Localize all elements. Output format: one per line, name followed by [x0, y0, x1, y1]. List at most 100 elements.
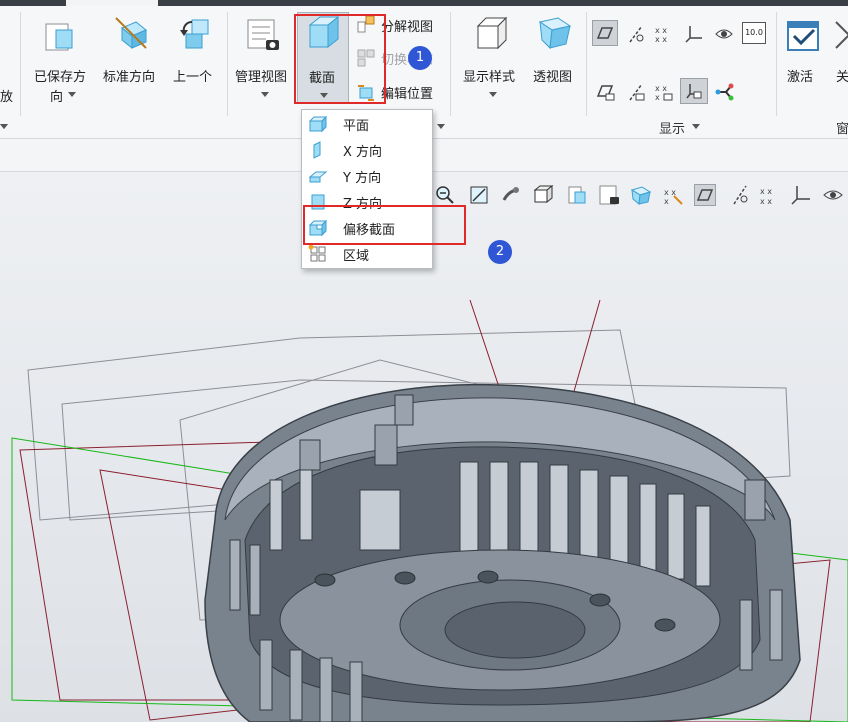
svg-text:x x: x x [655, 84, 667, 93]
outer-slot [249, 544, 261, 616]
svg-text:x x: x x [760, 187, 772, 196]
manage-views-label: 管理视图 [235, 70, 288, 85]
divider [776, 12, 777, 116]
slot [579, 469, 599, 566]
plane-section-icon [308, 115, 328, 133]
exploded-view-label: 分解视图 [381, 20, 434, 35]
datum-plane-icon [596, 27, 614, 39]
standard-orientation-icon [115, 17, 147, 50]
saved-orientation-icon [45, 23, 73, 51]
plane-tag-icon[interactable] [596, 82, 616, 102]
divider [20, 12, 21, 116]
perspective-icon [538, 17, 572, 50]
menu-item-label: 平面 [343, 119, 370, 134]
slot [667, 493, 685, 580]
spin-center-icon[interactable] [714, 82, 734, 102]
zoom-out-icon[interactable] [434, 184, 456, 206]
close-label: 关 [836, 70, 848, 85]
saved-orientation-label-1: 已保存方 [34, 70, 87, 85]
outer-slot [349, 661, 363, 722]
svg-text:x x: x x [760, 197, 772, 206]
divider [450, 12, 451, 116]
svg-text:x: x [655, 93, 660, 102]
slot [695, 505, 711, 587]
datum-plane-small-icon [697, 189, 713, 201]
annotation-display-icon[interactable] [714, 24, 734, 44]
plane-display-small-toggle[interactable] [694, 184, 716, 206]
chevron-down-icon [489, 92, 497, 97]
outer-slot [229, 539, 241, 611]
outer-slot [769, 589, 783, 661]
ribbon-left-partial-label[interactable]: 放 [0, 86, 13, 105]
chevron-down-icon[interactable] [0, 124, 8, 129]
annotation-display-small-icon[interactable] [822, 184, 844, 206]
perspective-small-icon[interactable] [630, 184, 652, 206]
view-manager-small-icon[interactable] [598, 184, 620, 206]
chevron-down-icon[interactable] [437, 124, 445, 129]
saved-orientation-small-icon[interactable] [566, 184, 588, 206]
center-bore [444, 601, 586, 659]
outer-slot [319, 657, 333, 722]
slot [359, 489, 401, 551]
rim-notch [744, 479, 766, 521]
slot [269, 479, 283, 551]
perspective-label: 透视图 [533, 70, 573, 85]
menu-item-plane[interactable]: 平面 [302, 111, 432, 137]
chevron-down-icon [68, 92, 76, 97]
menu-item-label: Y 方向 [343, 171, 382, 186]
csys-tag-toggle[interactable] [680, 78, 708, 104]
highlight-box-section [294, 14, 386, 104]
outer-slot [289, 649, 303, 721]
saved-orientation-label-2: 向 [50, 90, 64, 105]
window-group-label[interactable]: 窗 [836, 118, 848, 137]
slot [519, 461, 539, 558]
divider [586, 12, 587, 116]
refit-icon[interactable] [468, 184, 490, 206]
display-group-label[interactable]: 显示 [659, 118, 685, 137]
floor-hole [477, 570, 499, 584]
point-tag-icon[interactable]: x xx [654, 82, 674, 102]
chevron-down-icon [261, 92, 269, 97]
datum-point-icon[interactable]: x xx x [654, 24, 674, 44]
datum-axis-icon[interactable] [626, 24, 646, 44]
outer-slot [739, 599, 753, 671]
menu-item-label: 区域 [343, 249, 370, 264]
floor-hole [589, 593, 611, 607]
point-display-small-icon[interactable]: x xx x [758, 184, 780, 206]
csys-tag-icon [686, 84, 702, 99]
previous-view-label: 上一个 [173, 70, 213, 85]
divider [227, 12, 228, 116]
outer-slot [259, 639, 273, 711]
menu-item-y-direction[interactable]: Y 方向 [302, 163, 432, 189]
view-zoom-badge[interactable]: 10.0 [742, 22, 766, 44]
slot [489, 461, 509, 553]
floor-hole [654, 618, 676, 632]
csys-display-small-icon[interactable] [790, 184, 812, 206]
slot [299, 469, 313, 541]
slot [549, 464, 569, 561]
manage-views-icon [247, 19, 279, 50]
chevron-down-icon[interactable] [692, 124, 700, 129]
menu-item-label: X 方向 [343, 145, 383, 160]
region-section-icon [308, 245, 326, 262]
x-direction-section-icon [313, 141, 321, 159]
y-direction-section-icon [308, 171, 328, 183]
axis-display-small-icon[interactable] [730, 184, 752, 206]
menu-item-x-direction[interactable]: X 方向 [302, 137, 432, 163]
repaint-icon[interactable] [500, 184, 522, 206]
svg-text:x x: x x [655, 26, 667, 35]
slot [459, 461, 479, 553]
plane-display-toggle[interactable] [592, 20, 618, 46]
spin-center-small-icon[interactable]: x xx [662, 184, 684, 206]
step-badge-1: 1 [408, 46, 432, 70]
previous-view-icon [180, 19, 209, 49]
coordinate-system-icon[interactable] [684, 24, 704, 44]
rim-notch [299, 439, 321, 471]
activate-icon [787, 21, 819, 51]
step-badge-2: 2 [488, 240, 512, 264]
slot [609, 475, 629, 572]
edit-position-label: 编辑位置 [381, 87, 434, 102]
highlight-box-offset-section [303, 205, 466, 245]
display-style-small-icon[interactable] [532, 184, 554, 206]
axis-tag-icon[interactable] [626, 82, 646, 102]
